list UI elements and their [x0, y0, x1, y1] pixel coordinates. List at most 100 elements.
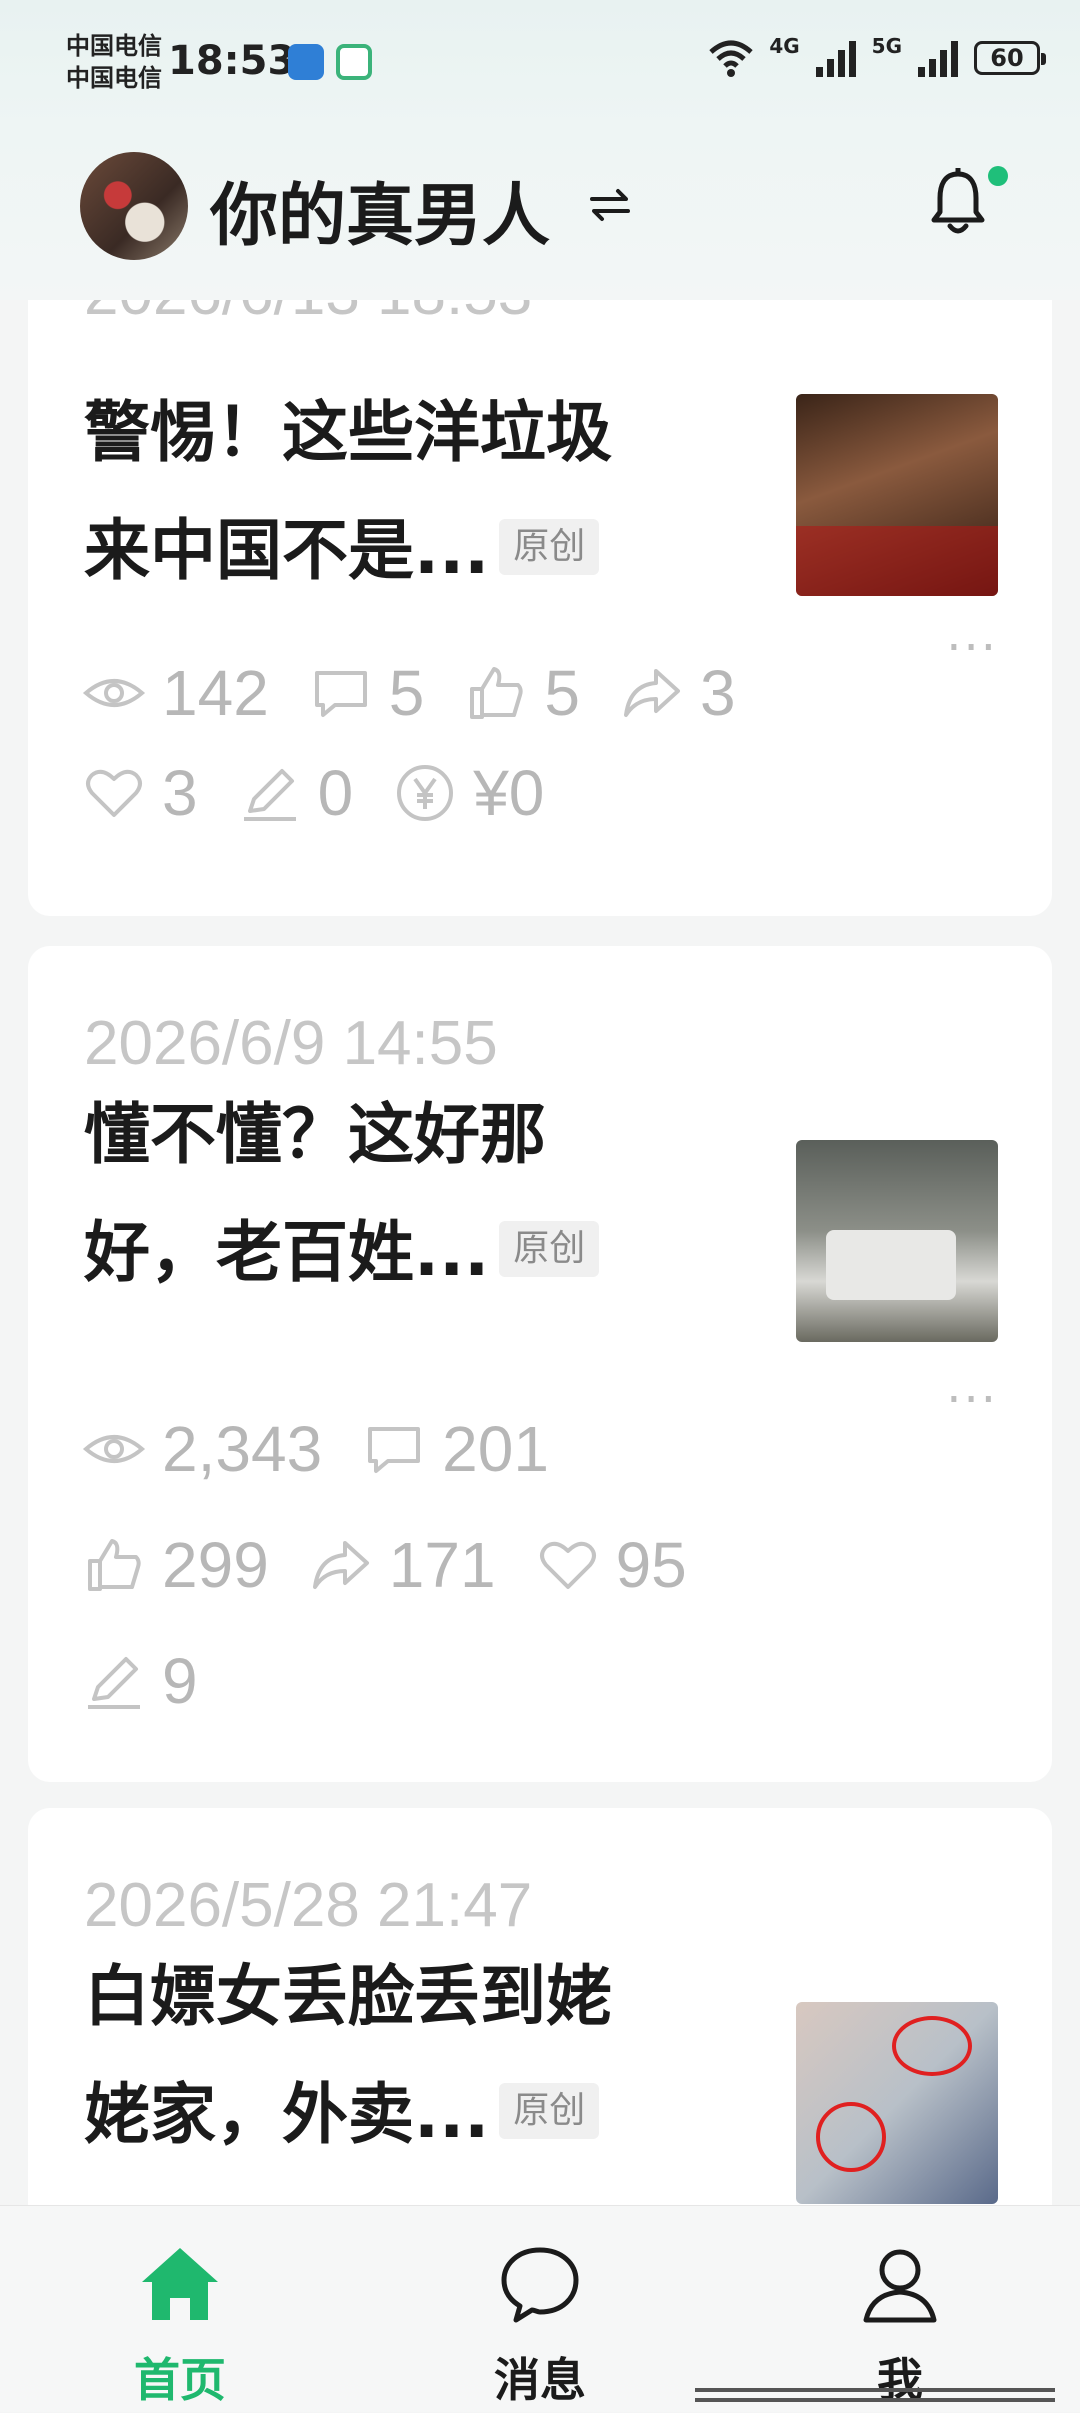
avatar[interactable] [80, 152, 188, 260]
status-bar: 中国电信 中国电信 18:53 4G 5G 60 [0, 0, 1080, 130]
post-title-line2: 来中国不是... [84, 512, 490, 589]
post-stats-row3: 9 [82, 1644, 238, 1718]
post-stats-row1: 142 5 5 3 [82, 656, 776, 730]
post-thumbnail[interactable] [796, 2002, 998, 2204]
comments-stat: 201 [362, 1412, 549, 1486]
original-badge: 原创 [499, 2082, 600, 2139]
share-icon [623, 669, 680, 717]
post-title-line2-wrap: 姥家，外卖... 原创 [84, 2056, 724, 2174]
favorites-count: 95 [615, 1529, 687, 1601]
post-title-line2: 好，老百姓... [84, 1214, 490, 1291]
user-icon [863, 2249, 937, 2323]
more-options-button[interactable]: ··· [946, 1372, 998, 1428]
carrier-1: 中国电信 [66, 32, 162, 60]
share-icon [312, 1541, 369, 1589]
post-thumbnail[interactable] [796, 1140, 998, 1342]
yuan-coin-icon [397, 765, 454, 821]
network-label-2: 5G [871, 34, 902, 58]
comment-icon [368, 1427, 421, 1473]
switch-account-icon[interactable] [588, 183, 632, 227]
post-title-line1: 白嫖女丢脸丢到姥 [84, 1958, 612, 2035]
post-date: 2026/5/28 21:47 [84, 1871, 533, 1940]
comments-count: 5 [388, 657, 425, 729]
carrier-labels: 中国电信 中国电信 [66, 30, 162, 94]
likes-count: 299 [162, 1529, 269, 1601]
eye-icon [82, 1435, 146, 1463]
earnings-stat: ¥0 [393, 756, 544, 830]
earnings-amount: ¥0 [473, 757, 545, 829]
thumbs-up-icon [88, 1539, 141, 1591]
likes-stat: 299 [82, 1528, 269, 1602]
post-title-line1: 警惕！这些洋垃圾 [84, 394, 612, 471]
thumbnail-banner [796, 526, 998, 596]
thumbnail-circle-1 [892, 2016, 972, 2076]
comments-count: 201 [442, 1413, 549, 1485]
thumbnail-circle-2 [816, 2102, 886, 2172]
eye-icon [82, 679, 146, 707]
nav-messages[interactable]: 消息 [440, 2206, 640, 2413]
status-right: 4G 5G 60 [707, 34, 1046, 78]
post-date: 2026/6/9 14:55 [84, 1009, 498, 1078]
post-title[interactable]: 懂不懂？这好那 好，老百姓... 原创 [84, 1076, 724, 1312]
pen-icon [88, 1657, 140, 1709]
comments-stat: 5 [309, 656, 425, 730]
status-app-icon-1 [288, 44, 324, 80]
edits-stat: 9 [82, 1644, 198, 1718]
post-date: 2026/6/13 18:53 [84, 300, 532, 329]
carrier-2: 中国电信 [66, 64, 162, 92]
heart-icon [86, 769, 142, 817]
profile-name[interactable]: 你的真男人 [210, 160, 550, 259]
thumbs-up-icon [470, 667, 524, 719]
post-title-line1: 懂不懂？这好那 [84, 1096, 546, 1173]
network-label-1: 4G [769, 34, 800, 58]
edits-count: 0 [317, 757, 354, 829]
thumbnail-bed [826, 1230, 956, 1300]
favorites-stat: 3 [82, 756, 198, 830]
favorites-stat: 95 [536, 1528, 687, 1602]
notification-dot [988, 166, 1008, 186]
shares-stat: 3 [620, 656, 736, 730]
signal-icon-2 [918, 41, 958, 77]
signal-icon-1 [815, 41, 856, 77]
comment-icon [314, 671, 367, 717]
post-feed[interactable]: 2026/6/13 18:53 警惕！这些洋垃圾 来中国不是...原创 142 … [0, 300, 1080, 2205]
clock: 18:53 [168, 38, 296, 84]
edits-stat: 0 [238, 756, 354, 830]
post-title[interactable]: 警惕！这些洋垃圾 来中国不是... 原创 [84, 374, 724, 610]
shares-count: 171 [388, 1529, 496, 1601]
post-title-line2-wrap: 好，老百姓... 原创 [84, 1194, 724, 1312]
gesture-bar[interactable] [695, 2388, 1055, 2402]
post-title[interactable]: 白嫖女丢脸丢到姥 姥家，外卖... 原创 [84, 1938, 724, 2174]
status-app-icon-2 [336, 44, 372, 80]
views-count: 2,343 [162, 1413, 323, 1485]
nav-me[interactable]: 我 [800, 2206, 1000, 2413]
home-icon [142, 2248, 218, 2320]
bottom-nav: 首页 消息 我 [0, 2205, 1080, 2412]
nav-home-label: 首页 [134, 2353, 226, 2407]
post-card[interactable]: 2026/6/9 14:55 懂不懂？这好那 好，老百姓... 原创 2,343 … [28, 946, 1052, 1782]
nav-messages-label: 消息 [494, 2353, 586, 2407]
likes-stat: 5 [464, 656, 580, 730]
post-stats-row2: 299 171 95 [82, 1528, 727, 1602]
post-title-line2-wrap: 来中国不是... 原创 [84, 492, 724, 610]
original-badge: 原创 [499, 1220, 600, 1277]
nav-home[interactable]: 首页 [80, 2206, 280, 2413]
views-stat: 2,343 [82, 1412, 322, 1486]
post-title-line2: 姥家，外卖... [84, 2076, 490, 2153]
more-options-button[interactable]: ··· [946, 620, 998, 676]
likes-count: 5 [544, 657, 580, 729]
post-thumbnail[interactable] [796, 394, 998, 596]
post-card[interactable]: 2026/6/13 18:53 警惕！这些洋垃圾 来中国不是...原创 142 … [28, 300, 1052, 916]
views-stat: 142 [82, 656, 269, 730]
heart-icon [539, 1541, 596, 1589]
bell-icon[interactable] [928, 168, 988, 238]
message-icon [501, 2247, 579, 2323]
post-card[interactable]: 2026/5/28 21:47 白嫖女丢脸丢到姥 姥家，外卖... 原创 [28, 1808, 1052, 2205]
post-stats-row2: 3 0 ¥0 [82, 756, 584, 830]
post-stats-row1: 2,343 201 [82, 1412, 589, 1486]
pen-icon [243, 769, 296, 821]
wifi-icon [709, 40, 753, 77]
shares-stat: 171 [309, 1528, 496, 1602]
battery-indicator: 60 [974, 41, 1046, 75]
edits-count: 9 [162, 1645, 198, 1717]
